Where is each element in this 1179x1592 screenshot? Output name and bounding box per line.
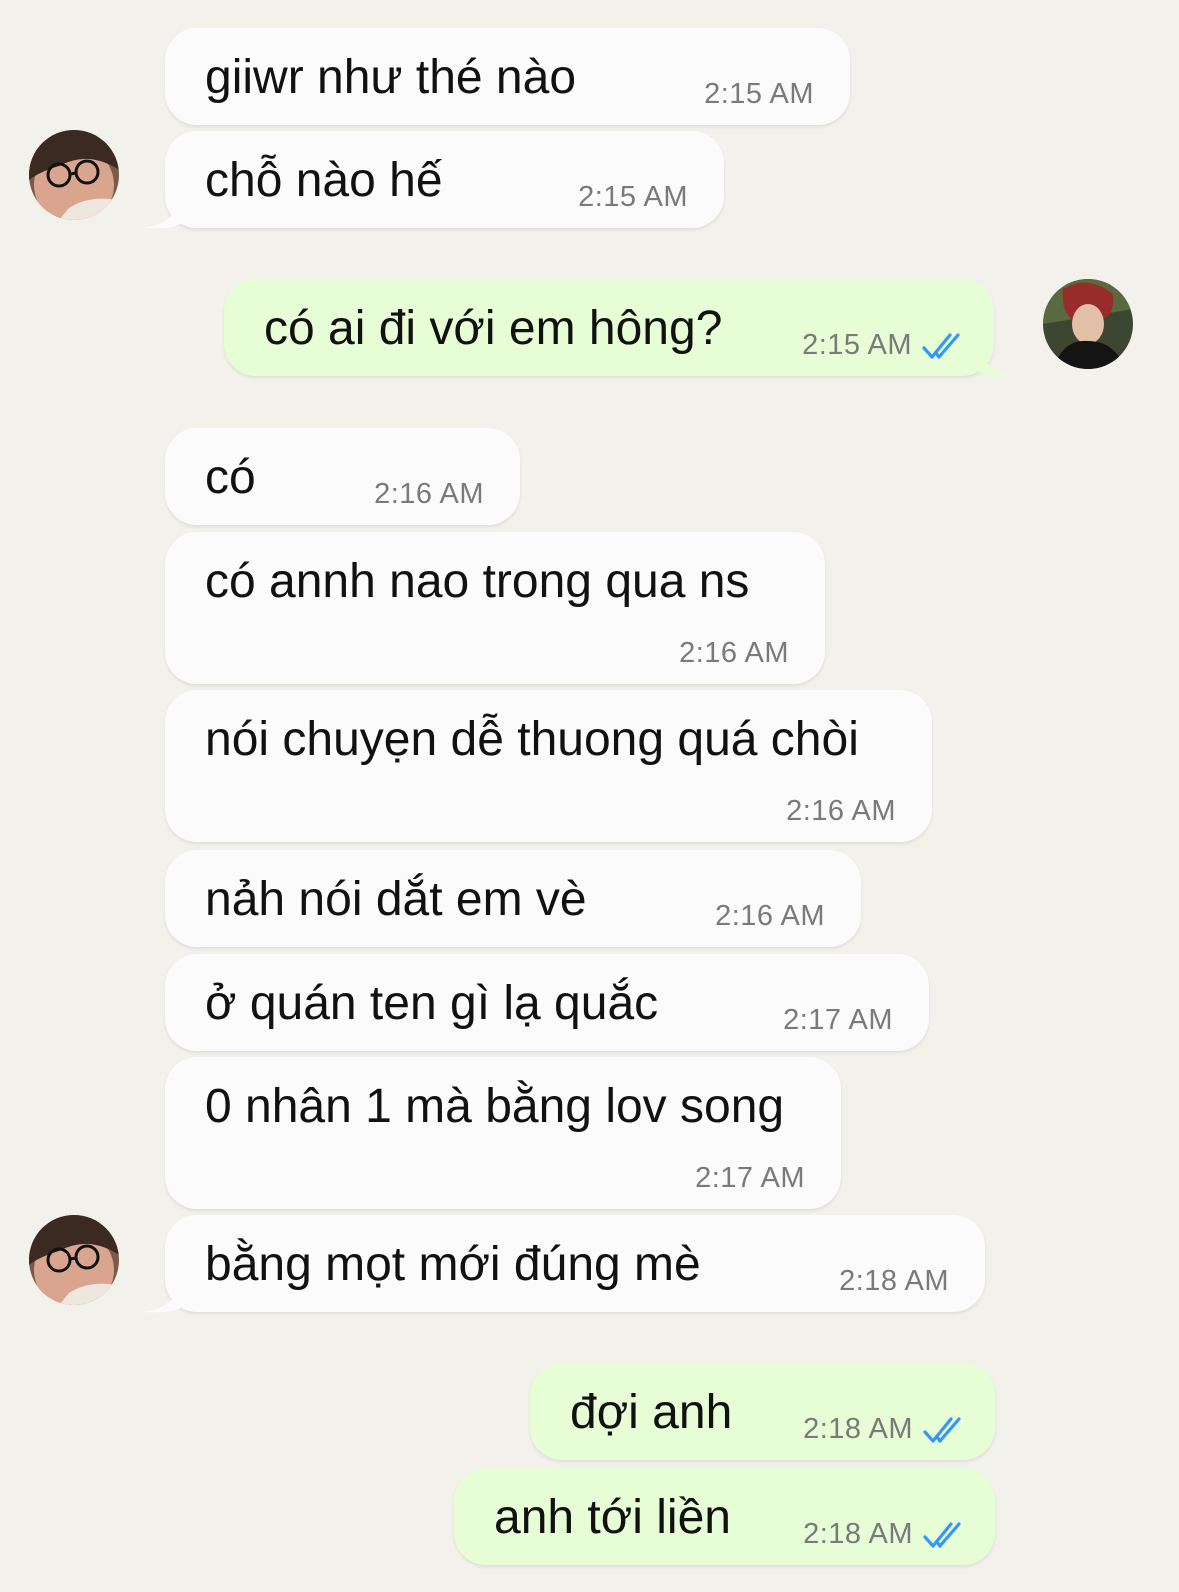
bubble-tail	[143, 1284, 183, 1313]
message-text: ở quán ten gì lạ quắc	[205, 977, 659, 1030]
message-time: 2:18 AM	[803, 1518, 971, 1551]
outgoing-message[interactable]: có ai đi với em hông? 2:15 AM	[224, 279, 1016, 377]
message-time: 2:15 AM	[704, 78, 814, 110]
bubble-tail	[976, 348, 1016, 377]
message-time: 2:18 AM	[803, 1413, 971, 1446]
message-time-label: 2:18 AM	[803, 1413, 913, 1445]
incoming-message[interactable]: chỗ nào hế 2:15 AM	[143, 131, 724, 229]
message-time: 2:16 AM	[715, 900, 825, 932]
double-check-icon	[922, 331, 970, 361]
double-check-icon	[923, 1520, 971, 1550]
user-avatar[interactable]	[1043, 279, 1133, 369]
message-time: 2:15 AM	[802, 329, 970, 362]
message-text: giiwr như thé nào	[205, 51, 577, 104]
message-text: có	[205, 451, 256, 504]
outgoing-message[interactable]: anh tới liền 2:18 AM	[454, 1468, 995, 1565]
message-time-label: 2:15 AM	[802, 329, 912, 361]
message-time-label: 2:18 AM	[803, 1518, 913, 1550]
message-text: bằng mọt mới đúng mè	[205, 1238, 701, 1291]
incoming-message[interactable]: 0 nhân 1 mà bằng lov song 2:17 AM	[165, 1057, 841, 1209]
message-time: 2:17 AM	[783, 1004, 893, 1036]
contact-avatar[interactable]	[29, 1215, 119, 1305]
outgoing-message[interactable]: đợi anh 2:18 AM	[530, 1363, 995, 1460]
message-text: 0 nhân 1 mà bằng lov song	[205, 1080, 785, 1133]
message-text: có annh nao trong qua ns	[205, 555, 750, 608]
message-time: 2:18 AM	[839, 1265, 949, 1297]
incoming-message[interactable]: ở quán ten gì lạ quắc 2:17 AM	[165, 954, 929, 1051]
message-time: 2:16 AM	[786, 795, 896, 827]
message-time: 2:16 AM	[679, 637, 789, 669]
incoming-message[interactable]: nói chuyẹn dễ thuong quá chòi 2:16 AM	[165, 690, 932, 842]
message-text: chỗ nào hế	[205, 154, 443, 207]
message-text: có ai đi với em hông?	[264, 302, 723, 355]
message-time: 2:17 AM	[695, 1162, 805, 1194]
incoming-message[interactable]: nảh nói dắt em vè 2:16 AM	[165, 850, 861, 947]
message-text: đợi anh	[570, 1386, 733, 1439]
incoming-message[interactable]: giiwr như thé nào 2:15 AM	[165, 28, 850, 125]
contact-avatar[interactable]	[29, 130, 119, 220]
message-text: nảh nói dắt em vè	[205, 873, 587, 926]
message-time: 2:15 AM	[578, 181, 688, 213]
incoming-message[interactable]: bằng mọt mới đúng mè 2:18 AM	[143, 1215, 985, 1313]
message-time: 2:16 AM	[374, 478, 484, 510]
double-check-icon	[923, 1415, 971, 1445]
incoming-message[interactable]: có 2:16 AM	[165, 428, 520, 525]
message-text: anh tới liền	[494, 1491, 731, 1544]
bubble-tail	[143, 200, 183, 229]
incoming-message[interactable]: có annh nao trong qua ns 2:16 AM	[165, 532, 825, 684]
message-text: nói chuyẹn dễ thuong quá chòi	[205, 713, 859, 766]
